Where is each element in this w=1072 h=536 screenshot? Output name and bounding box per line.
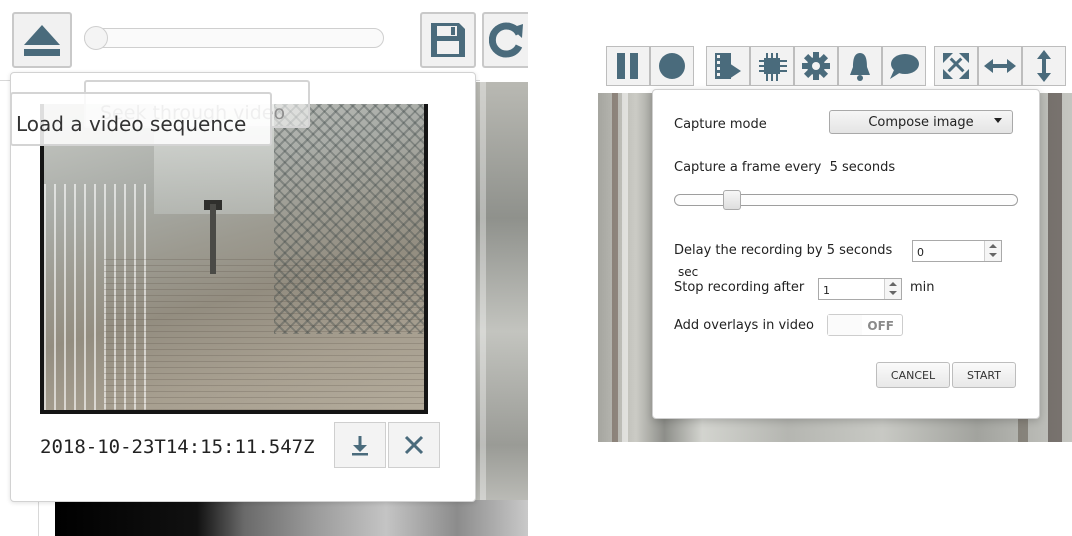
start-button[interactable]: START [952, 362, 1016, 388]
settings-button[interactable] [794, 46, 838, 86]
delay-input[interactable]: 0 [912, 240, 1002, 262]
player-controls [606, 46, 694, 86]
frame-interval-label: Capture a frame every 5 seconds [674, 160, 896, 175]
load-video-tooltip: Load a video sequence [10, 92, 272, 146]
capture-mode-select[interactable]: Compose image [829, 110, 1013, 134]
horizontal-arrows-icon [984, 59, 1016, 73]
overlays-state: OFF [867, 319, 894, 333]
camera-background-bottom [55, 500, 528, 536]
stop-value: 1 [823, 284, 830, 297]
fit-width-button[interactable] [978, 46, 1022, 86]
toggle-thumb [828, 315, 862, 335]
speech-bubble-icon [890, 54, 919, 79]
capture-mode-value: Compose image [868, 114, 974, 130]
download-button[interactable] [334, 422, 386, 468]
fullscreen-button[interactable] [934, 46, 978, 86]
vertical-arrows-icon [1037, 50, 1051, 82]
video-player-left: Seek through video Load a video sequence… [0, 0, 540, 536]
delay-stepper[interactable] [984, 241, 1001, 261]
refresh-icon [489, 22, 523, 58]
capture-mode-label: Capture mode [674, 117, 767, 132]
camera-background [470, 82, 528, 536]
stop-stepper[interactable] [884, 279, 901, 299]
save-button[interactable] [420, 12, 476, 68]
frame-interval-slider-handle[interactable] [723, 190, 741, 210]
divider [38, 500, 39, 536]
video-frame-image [44, 104, 424, 410]
bell-icon [850, 53, 870, 81]
cancel-button[interactable]: CANCEL [876, 362, 950, 388]
delay-value: 0 [917, 246, 924, 259]
record-icon [659, 53, 685, 79]
fullscreen-icon [943, 53, 969, 79]
stop-after-input[interactable]: 1 [818, 278, 902, 300]
download-icon [352, 436, 368, 456]
view-toolbar [934, 46, 1066, 86]
fit-height-button[interactable] [1022, 46, 1066, 86]
film-export-icon [715, 53, 741, 79]
clip-timestamp: 2018-10-23T14:15:11.547Z [40, 436, 315, 458]
gear-icon [802, 52, 830, 80]
record-button[interactable] [650, 46, 694, 86]
processor-button[interactable] [750, 46, 794, 86]
close-button[interactable] [388, 422, 440, 468]
eject-icon [24, 25, 60, 56]
stop-unit: min [910, 280, 935, 295]
comments-button[interactable] [882, 46, 926, 86]
seek-slider[interactable] [84, 28, 384, 48]
overlays-label: Add overlays in video [674, 318, 814, 333]
overlays-toggle[interactable]: OFF [827, 314, 903, 336]
close-icon [404, 435, 424, 455]
alerts-button[interactable] [838, 46, 882, 86]
pause-icon [617, 53, 638, 79]
seek-slider-handle[interactable] [84, 26, 108, 50]
video-thumbnail [40, 104, 428, 414]
export-frames-button[interactable] [706, 46, 750, 86]
floppy-disk-icon [431, 23, 465, 57]
delay-label: Delay the recording by 5 seconds [674, 243, 893, 258]
chevron-down-icon [994, 118, 1002, 123]
delay-unit: sec [678, 265, 699, 279]
load-video-button[interactable] [12, 12, 72, 68]
refresh-button[interactable] [482, 12, 528, 68]
chip-icon [759, 53, 787, 81]
pause-button[interactable] [606, 46, 650, 86]
tools-toolbar [706, 46, 926, 86]
stop-label: Stop recording after [674, 280, 805, 295]
